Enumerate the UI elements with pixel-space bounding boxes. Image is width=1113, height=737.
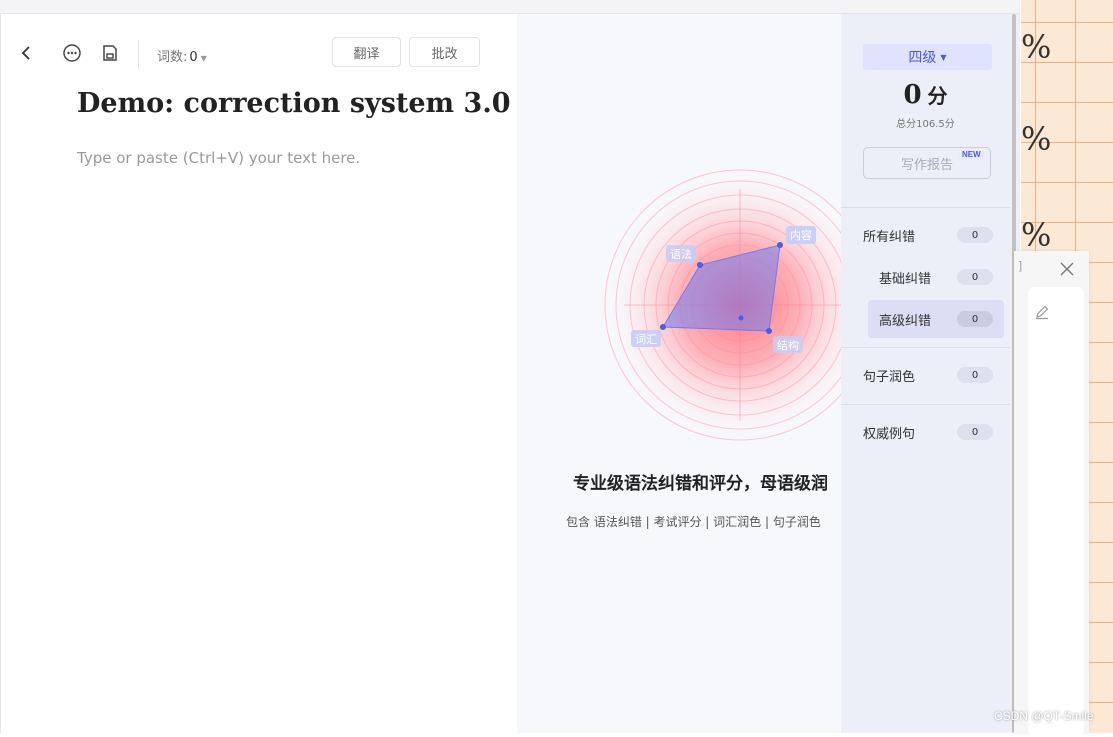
side-popup-content [1028,287,1084,737]
word-count[interactable]: 词数: 0 ▼ [157,46,207,65]
translate-button[interactable]: 翻译 [332,37,401,67]
top-strip [0,0,1020,14]
background-percent-text: % [1021,120,1052,158]
category-count: 0 [957,424,993,440]
radar-label-content: 内容 [790,228,812,242]
radar-label-vocab: 词汇 [635,333,657,346]
watermark: CSDN @QT-Smile [994,709,1094,723]
feature-hero: 内容 结构 词汇 语法 专业级语法纠错和评分，母语级润 包含 语法纠错 | 考试… [517,14,841,733]
category-authoritative-examples[interactable]: 权威例句 0 [841,413,1010,451]
more-options-icon[interactable] [60,36,84,70]
background-percent-text: % [1021,28,1052,66]
edit-pen-icon[interactable] [1034,304,1050,320]
category-sentence-polish[interactable]: 句子润色 0 [841,356,1010,394]
toolbar-separator [138,40,139,68]
radar-label-structure: 结构 [777,338,799,352]
chevron-down-icon: ▼ [200,54,207,63]
radar-label-grammar: 语法 [670,247,692,261]
category-advanced-corrections[interactable]: 高级纠错 0 [868,300,1004,338]
category-count: 0 [957,367,993,383]
back-arrow-icon[interactable] [15,36,39,70]
hero-title: 专业级语法纠错和评分，母语级润 [573,474,828,494]
correct-button[interactable]: 批改 [409,37,480,67]
radar-point-content [777,242,783,248]
divider [841,347,1010,348]
document-title[interactable]: Demo: correction system 3.0 [77,88,511,119]
word-count-label: 词数: [157,50,188,65]
category-count: 0 [957,311,993,327]
category-label: 句子润色 [863,369,916,385]
radar-point-structure [766,328,772,334]
editor-pane: 词数: 0 ▼ 翻译 批改 Demo: correction system 3.0 … [0,14,518,733]
score-display: 0分 [841,80,1010,110]
category-count: 0 [957,269,993,285]
level-select[interactable]: 四级 ▼ [863,44,992,70]
divider [841,207,1010,208]
background-percent-text: % [1021,216,1052,254]
category-basic-corrections[interactable]: 基础纠错 0 [841,258,1010,296]
word-count-value: 0 [189,50,198,65]
chevron-down-icon: ▼ [940,52,947,62]
text-input[interactable]: Type or paste (Ctrl+V) your text here. [77,149,360,167]
category-label: 权威例句 [863,426,916,442]
editor-toolbar: 词数: 0 ▼ 翻译 批改 [1,36,518,70]
radar-point-vocab [660,324,666,330]
category-count: 0 [957,227,993,243]
score-panel: 四级 ▼ 0分 总分106.5分 写作报告 NEW 所有纠错 0 基础纠错 0 高… [841,14,1010,733]
save-icon[interactable] [98,36,122,70]
category-label: 所有纠错 [863,229,916,245]
category-label: 高级纠错 [879,313,932,329]
hero-subtitle: 包含 语法纠错 | 考试评分 | 词汇润色 | 句子润色 [566,515,821,529]
side-popup-glyph: ] [1019,260,1023,272]
radar-point-grammar [697,262,703,268]
score-value: 0 [903,80,922,110]
score-unit: 分 [927,84,948,108]
radar-illustration: 内容 结构 词汇 语法 [604,169,841,441]
level-value: 四级 [908,50,937,66]
category-label: 基础纠错 [879,271,932,287]
score-total: 总分106.5分 [896,119,955,130]
category-all-corrections[interactable]: 所有纠错 0 [841,216,1010,254]
close-icon[interactable] [1058,260,1076,278]
side-popup: ] [1014,251,1089,737]
divider [841,404,1010,405]
new-badge: NEW [959,149,984,160]
